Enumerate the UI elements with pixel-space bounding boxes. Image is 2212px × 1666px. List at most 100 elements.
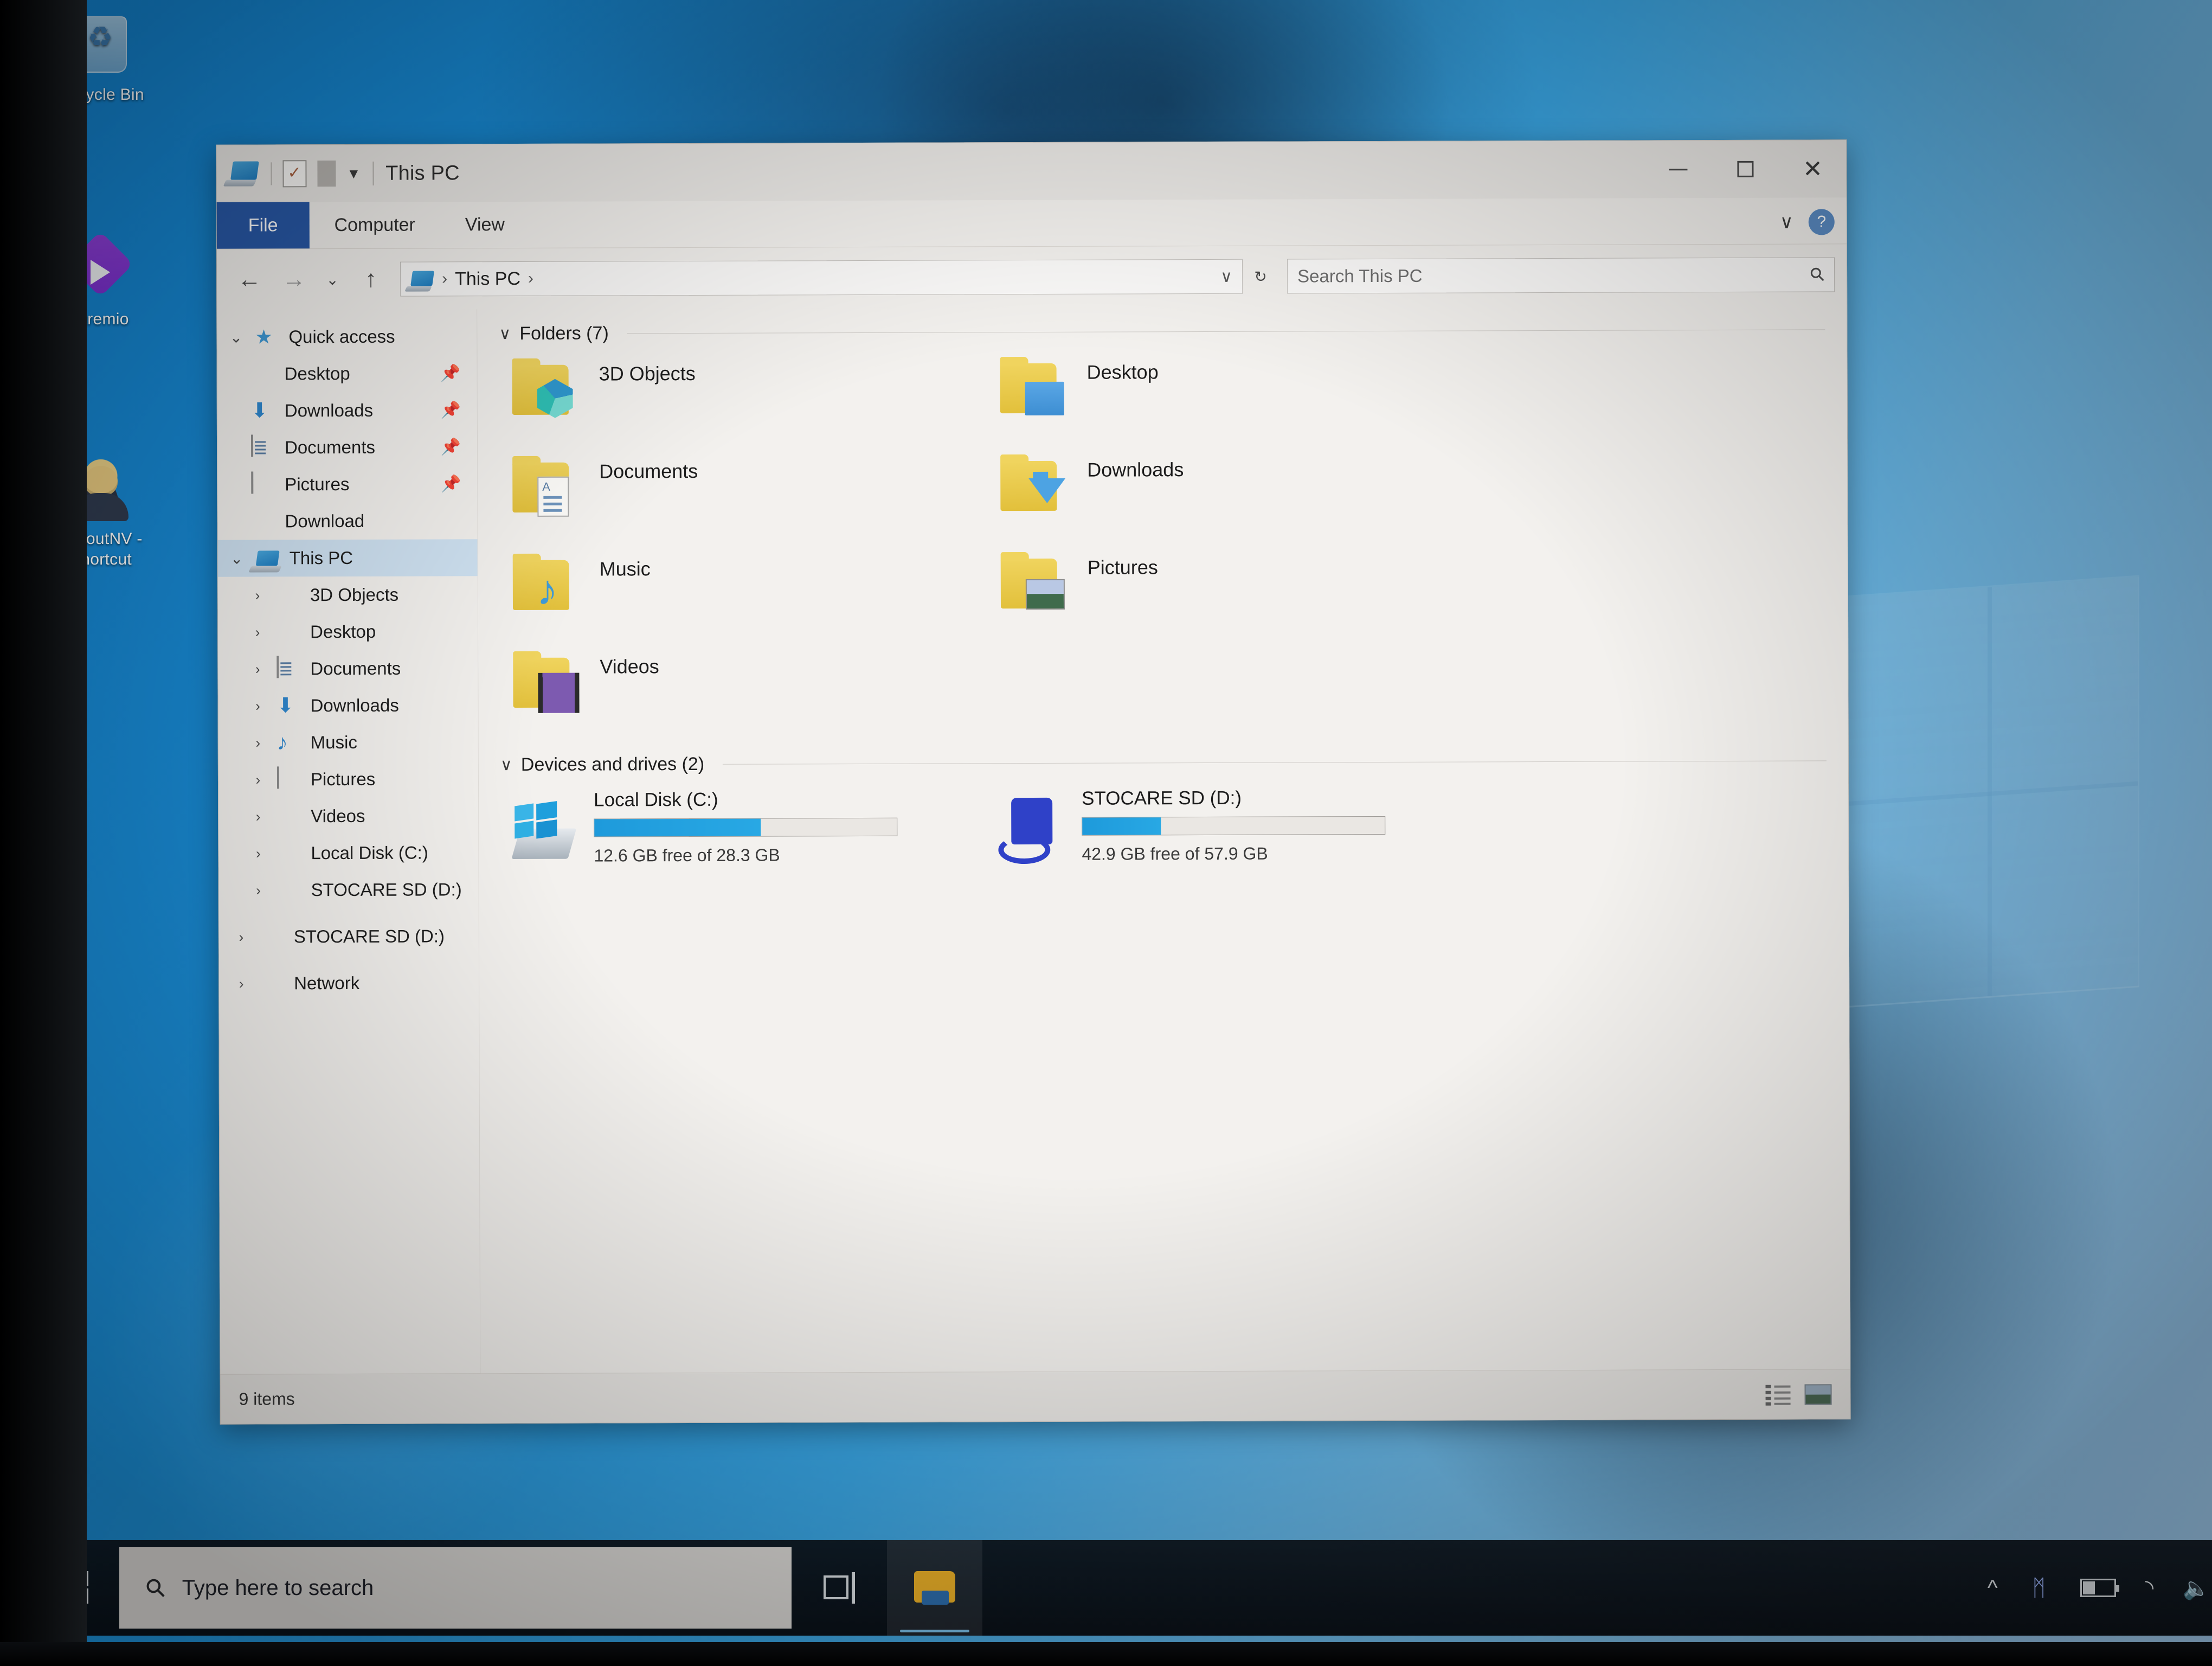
new-folder-icon[interactable]: [317, 161, 336, 187]
this-pc-icon[interactable]: [230, 160, 260, 187]
folders-tile-grid[interactable]: 3D Objects Desktop Docum: [499, 345, 1826, 740]
bluetooth-icon[interactable]: ᛗ: [2027, 1574, 2051, 1602]
address-history-icon[interactable]: ∨: [1220, 267, 1232, 286]
sidebar-group-quick-access[interactable]: ⌄ ★ Quick access: [217, 318, 477, 356]
sidebar-item-documents[interactable]: Documents 📌: [217, 428, 477, 466]
chevron-right-icon[interactable]: ›: [246, 587, 269, 604]
properties-icon[interactable]: [282, 160, 307, 188]
sidebar-item-pictures[interactable]: Pictures 📌: [217, 465, 477, 503]
file-explorer-taskbar-button[interactable]: [887, 1540, 982, 1636]
chevron-down-icon[interactable]: ⌄: [224, 328, 247, 346]
chevron-right-icon[interactable]: ›: [247, 882, 270, 899]
minimize-button[interactable]: [1644, 140, 1712, 198]
sidebar-item-desktop-pc[interactable]: › Desktop: [218, 613, 478, 651]
maximize-button[interactable]: [1712, 140, 1779, 198]
up-button[interactable]: ↑: [350, 260, 391, 298]
sidebar-item-this-pc[interactable]: ⌄ This PC: [217, 539, 478, 577]
taskbar[interactable]: ⚲ Type here to search ^ ᛗ ◝ 🔈: [30, 1540, 2212, 1636]
chevron-right-icon[interactable]: ›: [247, 734, 269, 751]
list-item[interactable]: Local Disk (C:) 12.6 GB free of 28.3 GB: [500, 784, 988, 866]
battery-icon[interactable]: [2080, 1579, 2119, 1597]
chevron-right-icon[interactable]: ›: [247, 771, 269, 788]
list-item[interactable]: 3D Objects: [499, 348, 987, 447]
address-bar[interactable]: ← → ⌄ ↑ › This PC › ∨ ↻ Search This PC ⚲: [216, 244, 1847, 310]
qat-divider: [271, 162, 272, 185]
system-tray[interactable]: ^ ᛗ ◝ 🔈: [1988, 1574, 2212, 1602]
folders-group-header[interactable]: ∨ Folders (7): [499, 319, 1825, 344]
wifi-icon[interactable]: ◝: [2145, 1575, 2154, 1600]
group-rule: [723, 760, 1827, 765]
sidebar-item-desktop[interactable]: Desktop 📌: [217, 355, 477, 393]
list-item[interactable]: ♪ Music: [500, 543, 988, 643]
title-bar[interactable]: ▼ This PC ✕: [216, 140, 1847, 203]
pin-icon[interactable]: 📌: [441, 475, 461, 494]
help-icon[interactable]: ?: [1808, 209, 1835, 235]
refresh-button[interactable]: ↻: [1246, 258, 1275, 296]
pin-icon[interactable]: 📌: [440, 364, 460, 383]
chevron-right-icon[interactable]: ›: [246, 624, 269, 640]
sidebar-item-documents-pc[interactable]: › Documents: [218, 650, 478, 688]
details-view-icon[interactable]: [1765, 1383, 1791, 1406]
chevron-right-icon[interactable]: ›: [230, 975, 253, 992]
chevron-right-icon[interactable]: ›: [247, 808, 269, 825]
tab-view[interactable]: View: [440, 201, 530, 248]
drive-free-space: 42.9 GB free of 57.9 GB: [1082, 843, 1268, 864]
sidebar-item-videos[interactable]: › Videos: [218, 797, 478, 835]
chevron-down-icon[interactable]: ∨: [500, 755, 512, 774]
back-button[interactable]: ←: [229, 260, 270, 298]
sidebar-item-downloads-pc[interactable]: › ⬇ Downloads: [218, 687, 478, 725]
chevron-down-icon[interactable]: ▼: [346, 165, 361, 182]
forward-button[interactable]: →: [273, 260, 314, 298]
list-item[interactable]: Downloads: [987, 444, 1476, 543]
large-icons-view-icon[interactable]: [1804, 1383, 1832, 1405]
chevron-right-icon[interactable]: ›: [247, 845, 269, 862]
content-pane[interactable]: ∨ Folders (7) 3D Objects Desktop A Docum…: [477, 305, 1850, 1374]
ribbon-tabs[interactable]: File Computer View ∨ ?: [216, 197, 1847, 249]
downloads-icon: ⬇: [250, 399, 268, 422]
list-item[interactable]: STOCARE SD (D:) 42.9 GB free of 57.9 GB: [988, 782, 1476, 864]
chevron-down-icon[interactable]: ⌄: [226, 549, 248, 567]
sidebar-item-download[interactable]: Download: [217, 502, 477, 540]
close-button[interactable]: ✕: [1779, 140, 1846, 197]
search-input[interactable]: Search This PC ⚲: [1287, 257, 1835, 294]
sidebar-item-pictures-pc[interactable]: › Pictures: [218, 760, 478, 798]
sidebar-item-removable-stocare-sd[interactable]: › STOCARE SD (D:): [219, 918, 479, 956]
sidebar-item-label: Quick access: [288, 326, 395, 347]
expand-ribbon-icon[interactable]: ∨: [1780, 212, 1793, 233]
task-view-button[interactable]: [792, 1540, 887, 1636]
drives-grid[interactable]: Local Disk (C:) 12.6 GB free of 28.3 GB: [500, 781, 1827, 866]
drives-group-header[interactable]: ∨ Devices and drives (2): [500, 750, 1827, 776]
chevron-right-icon[interactable]: ›: [246, 661, 269, 677]
sidebar-item-local-disk-c[interactable]: › Local Disk (C:): [218, 834, 478, 872]
taskbar-search-input[interactable]: ⚲ Type here to search: [119, 1547, 792, 1629]
pin-icon[interactable]: 📌: [440, 401, 460, 420]
tab-computer[interactable]: Computer: [309, 201, 440, 248]
list-item[interactable]: Desktop: [987, 347, 1475, 446]
sidebar-item-network[interactable]: › Network: [219, 964, 479, 1002]
volume-icon[interactable]: 🔈: [2183, 1575, 2210, 1601]
breadcrumb[interactable]: › This PC › ∨: [400, 259, 1243, 297]
recent-locations-icon[interactable]: ⌄: [318, 260, 347, 298]
sidebar-item-label: STOCARE SD (D:): [293, 926, 445, 947]
breadcrumb-separator-end[interactable]: ›: [528, 270, 533, 288]
breadcrumb-item-this-pc[interactable]: This PC: [455, 268, 520, 289]
chevron-right-icon[interactable]: ›: [247, 697, 269, 714]
list-item[interactable]: Pictures: [988, 542, 1476, 641]
quick-access-toolbar[interactable]: ▼: [230, 160, 361, 188]
sidebar-item-music[interactable]: › ♪ Music: [218, 723, 478, 761]
tab-file[interactable]: File: [216, 202, 310, 249]
sd-card-drive-icon: [998, 797, 1065, 864]
search-icon[interactable]: ⚲: [1805, 262, 1830, 287]
sidebar-item-3d-objects[interactable]: › 3D Objects: [218, 576, 478, 614]
sidebar-item-label: Documents: [284, 437, 376, 458]
chevron-right-icon[interactable]: ›: [230, 928, 253, 945]
sidebar-item-downloads[interactable]: ⬇ Downloads 📌: [217, 392, 477, 430]
window-controls[interactable]: ✕: [1644, 140, 1846, 198]
navigation-pane[interactable]: ⌄ ★ Quick access Desktop 📌 ⬇ Downloads 📌: [217, 309, 481, 1374]
pin-icon[interactable]: 📌: [441, 438, 461, 457]
show-hidden-icons-chevron-icon[interactable]: ^: [1988, 1576, 1998, 1600]
chevron-down-icon[interactable]: ∨: [499, 324, 511, 343]
list-item[interactable]: Documents: [499, 446, 988, 545]
sidebar-item-stocare-sd-d[interactable]: › STOCARE SD (D:): [219, 871, 479, 909]
list-item[interactable]: Videos: [500, 641, 988, 740]
